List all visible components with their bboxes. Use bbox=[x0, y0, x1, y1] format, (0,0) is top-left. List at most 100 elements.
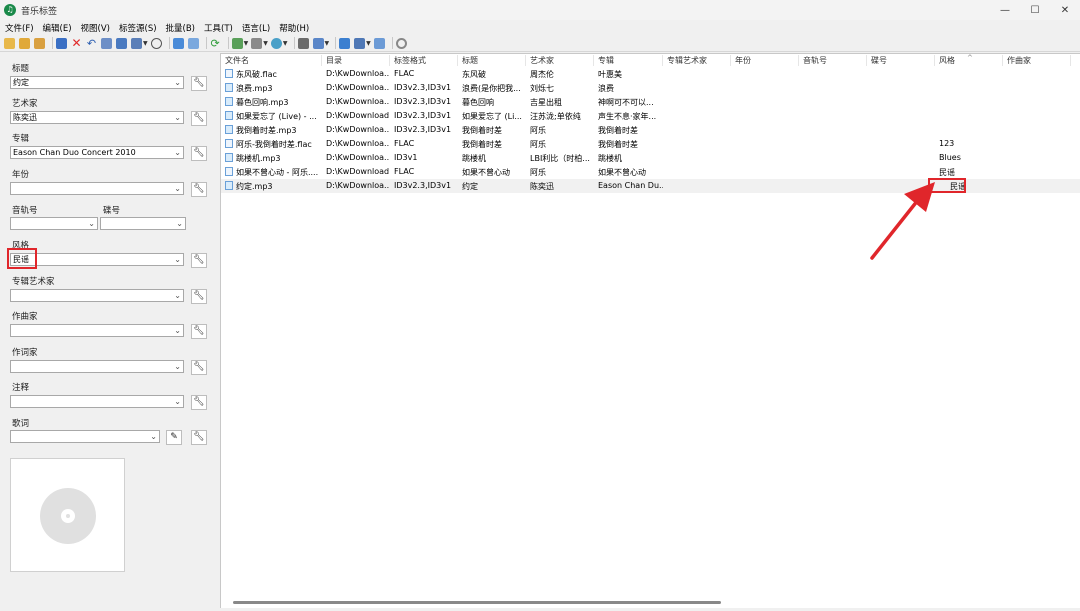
minimize-button[interactable]: — bbox=[990, 0, 1020, 20]
chevron-down-icon[interactable]: ⌄ bbox=[174, 396, 181, 407]
album-combo[interactable]: Eason Chan Duo Concert 2010 ⌄ bbox=[10, 146, 184, 159]
album-artist-tool-button[interactable]: 🔧︎ bbox=[191, 289, 207, 304]
chevron-down-icon[interactable]: ▼ bbox=[143, 40, 148, 47]
add-folder-icon[interactable] bbox=[19, 37, 30, 49]
year-tool-button[interactable]: 🔧︎ bbox=[191, 182, 207, 197]
artist-combo[interactable]: 陈奕迅 ⌄ bbox=[10, 111, 184, 124]
chevron-down-icon[interactable]: ⌄ bbox=[174, 361, 181, 372]
album-cover[interactable] bbox=[10, 458, 125, 572]
settings-icon[interactable] bbox=[395, 37, 407, 49]
comment-combo[interactable]: ⌄ bbox=[10, 395, 184, 408]
color-icon[interactable] bbox=[270, 37, 282, 49]
clock-icon[interactable] bbox=[150, 37, 162, 49]
column-header-album-artist[interactable]: 专辑艺术家 bbox=[663, 55, 731, 66]
menu-help[interactable]: 帮助(H) bbox=[275, 22, 313, 34]
disc-combo[interactable]: ⌄ bbox=[100, 217, 186, 230]
panel-left-icon[interactable] bbox=[172, 37, 184, 49]
add-files-icon[interactable] bbox=[34, 37, 45, 49]
chevron-down-icon[interactable]: ⌄ bbox=[174, 77, 181, 88]
table-row[interactable]: 如果不曾心动 - 阿乐.... D:\KwDownload FLAC 如果不曾心… bbox=[221, 165, 1080, 179]
delete-icon[interactable]: ✕ bbox=[71, 37, 82, 49]
chevron-down-icon[interactable]: ⌄ bbox=[88, 218, 95, 229]
table-row[interactable]: 如果爱忘了 (Live) - ... D:\KwDownload ID3v2.3… bbox=[221, 109, 1080, 123]
chevron-down-icon[interactable]: ▼ bbox=[325, 40, 330, 47]
copy-icon[interactable] bbox=[312, 37, 324, 49]
chevron-down-icon[interactable]: ⌄ bbox=[150, 431, 157, 442]
column-header-year[interactable]: 年份 bbox=[731, 55, 799, 66]
menu-batch[interactable]: 批量(B) bbox=[162, 22, 199, 34]
table-row[interactable]: 东风破.flac D:\KwDownloa... FLAC 东风破 周杰伦 叶惠… bbox=[221, 67, 1080, 81]
table-row[interactable]: 跳楼机.mp3 D:\KwDownloa... ID3v1 跳楼机 LBI利比（… bbox=[221, 151, 1080, 165]
composer-combo[interactable]: ⌄ bbox=[10, 324, 184, 337]
album-tool-button[interactable]: 🔧︎ bbox=[191, 146, 207, 161]
chevron-down-icon[interactable]: ⌄ bbox=[176, 218, 183, 229]
refresh-icon[interactable]: ⟳ bbox=[210, 38, 221, 49]
menu-file[interactable]: 文件(F) bbox=[1, 22, 38, 34]
book-icon[interactable] bbox=[101, 37, 112, 49]
tag-source-icon[interactable] bbox=[131, 37, 142, 49]
album-artist-combo[interactable]: ⌄ bbox=[10, 289, 184, 302]
chevron-down-icon[interactable]: ⌄ bbox=[174, 290, 181, 301]
genre-tool-button[interactable]: 🔧︎ bbox=[191, 253, 207, 268]
convert-icon[interactable] bbox=[339, 37, 351, 49]
menu-view[interactable]: 视图(V) bbox=[77, 22, 114, 34]
column-header-filename[interactable]: 文件名 bbox=[221, 55, 322, 66]
cell-filename: 如果爱忘了 (Live) - ... bbox=[221, 111, 322, 122]
column-header-composer[interactable]: 作曲家 bbox=[1003, 55, 1071, 66]
chevron-down-icon[interactable]: ⌄ bbox=[174, 325, 181, 336]
horizontal-scrollbar[interactable] bbox=[233, 601, 721, 604]
close-button[interactable]: ✕ bbox=[1050, 0, 1080, 20]
lyricist-tool-button[interactable]: 🔧︎ bbox=[191, 360, 207, 375]
open-folder-icon[interactable] bbox=[4, 37, 15, 49]
chevron-down-icon[interactable]: ⌄ bbox=[174, 183, 181, 194]
table-row[interactable]: 暮色回响.mp3 D:\KwDownloa... ID3v2.3,ID3v1 暮… bbox=[221, 95, 1080, 109]
column-header-disc[interactable]: 碟号 bbox=[867, 55, 935, 66]
column-header-title[interactable]: 标题 bbox=[458, 55, 526, 66]
chevron-down-icon[interactable]: ▼ bbox=[263, 40, 268, 47]
chevron-down-icon[interactable]: ▼ bbox=[244, 40, 249, 47]
column-header-directory[interactable]: 目录 bbox=[322, 55, 390, 66]
lyrics-edit-button[interactable]: ✎ bbox=[166, 430, 182, 445]
column-header-album[interactable]: 专辑 bbox=[594, 55, 663, 66]
lyricist-combo[interactable]: ⌄ bbox=[10, 360, 184, 373]
menu-language[interactable]: 语言(L) bbox=[238, 22, 274, 34]
wand-icon[interactable] bbox=[116, 37, 127, 49]
save-icon[interactable] bbox=[56, 37, 67, 49]
screen-icon[interactable] bbox=[373, 37, 385, 49]
year-combo[interactable]: ⌄ bbox=[10, 182, 184, 195]
track-combo[interactable]: ⌄ bbox=[10, 217, 98, 230]
table-row[interactable]: 浪费.mp3 D:\KwDownloa... ID3v2.3,ID3v1 浪费(… bbox=[221, 81, 1080, 95]
track-label: 音轨号 bbox=[12, 206, 38, 216]
cell-artist: 周杰伦 bbox=[530, 70, 554, 79]
column-header-tag-format[interactable]: 标签格式 bbox=[390, 55, 458, 66]
comment-tool-button[interactable]: 🔧︎ bbox=[191, 395, 207, 410]
composer-tool-button[interactable]: 🔧︎ bbox=[191, 324, 207, 339]
chevron-down-icon[interactable]: ▼ bbox=[366, 40, 371, 47]
maximize-button[interactable]: ☐ bbox=[1020, 0, 1050, 20]
undo-icon[interactable]: ↶ bbox=[86, 38, 97, 49]
cell-tag-format: ID3v2.3,ID3v1 bbox=[394, 181, 452, 190]
menu-tag-source[interactable]: 标签源(S) bbox=[115, 22, 161, 34]
list-icon[interactable] bbox=[251, 37, 263, 49]
chevron-down-icon[interactable]: ⌄ bbox=[174, 112, 181, 123]
menu-tools[interactable]: 工具(T) bbox=[200, 22, 237, 34]
title-combo[interactable]: 约定 ⌄ bbox=[10, 76, 184, 89]
chevron-down-icon[interactable]: ⌄ bbox=[174, 147, 181, 158]
menu-edit[interactable]: 编辑(E) bbox=[39, 22, 76, 34]
table-row[interactable]: 我倒着时差.mp3 D:\KwDownloa... ID3v2.3,ID3v1 … bbox=[221, 123, 1080, 137]
title-tool-button[interactable]: 🔧︎ bbox=[191, 76, 207, 91]
chevron-down-icon[interactable]: ⌄ bbox=[174, 254, 181, 265]
cell-album: Eason Chan Du... bbox=[598, 181, 663, 190]
tool-icon[interactable] bbox=[297, 37, 309, 49]
lyrics-tool-button[interactable]: 🔧︎ bbox=[191, 430, 207, 445]
lyrics-combo[interactable]: ⌄ bbox=[10, 430, 160, 443]
image-icon[interactable] bbox=[231, 37, 243, 49]
table-row[interactable]: 阿乐-我倒着时差.flac D:\KwDownloa... FLAC 我倒着时差… bbox=[221, 137, 1080, 151]
panel-grid-icon[interactable] bbox=[187, 37, 199, 49]
artist-tool-button[interactable]: 🔧︎ bbox=[191, 111, 207, 126]
chevron-down-icon[interactable]: ▼ bbox=[283, 40, 288, 47]
column-header-artist[interactable]: 艺术家 bbox=[526, 55, 594, 66]
file-grid[interactable]: 文件名 目录 标签格式 标题 艺术家 专辑 专辑艺术家 年份 音轨号 碟号 风格… bbox=[220, 53, 1080, 608]
rename-icon[interactable] bbox=[354, 37, 366, 49]
column-header-track[interactable]: 音轨号 bbox=[799, 55, 867, 66]
